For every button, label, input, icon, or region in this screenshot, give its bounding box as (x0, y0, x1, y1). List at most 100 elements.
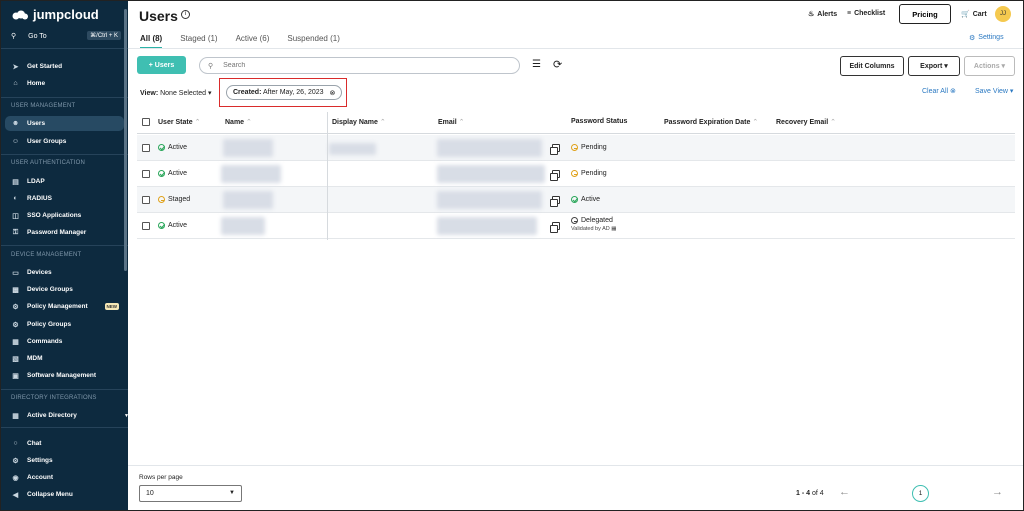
pending-icon (571, 170, 578, 177)
info-icon[interactable]: i (181, 10, 190, 19)
previous-page-arrow-icon[interactable]: ← (839, 486, 850, 498)
settings-label: Settings (978, 34, 1004, 41)
refresh-icon[interactable]: ⟳ (553, 58, 562, 71)
sort-icon: ⌃ (194, 119, 201, 126)
active-directory-icon: ▦ (12, 412, 19, 420)
copy-icon[interactable] (550, 170, 560, 181)
rows-per-page-select[interactable]: 10 ▼ (139, 485, 242, 502)
sidebar-item-commands[interactable]: ▦ Commands (5, 334, 124, 349)
sidebar-item-account[interactable]: ◉ Account (5, 470, 124, 485)
tab-staged[interactable]: Staged (1) (180, 34, 217, 49)
column-recovery-email[interactable]: Recovery Email ⌃ (776, 118, 836, 126)
copy-icon[interactable] (550, 222, 560, 233)
edit-columns-button[interactable]: Edit Columns (840, 56, 904, 76)
sidebar-item-password-manager[interactable]: ⚿ Password Manager (5, 225, 124, 240)
goto-search[interactable]: ⚲ Go To ⌘/Ctrl + K (11, 31, 121, 40)
ldap-icon: ▤ (12, 178, 19, 186)
column-email[interactable]: Email ⌃ (438, 118, 465, 126)
sidebar-item-user-groups[interactable]: ☺ User Groups (5, 134, 124, 149)
filter-icon[interactable]: ☰ (532, 59, 541, 70)
sidebar-item-policy-management[interactable]: ⚙ Policy Management NEW (5, 299, 124, 314)
divider (1, 389, 128, 390)
device-groups-icon: ▩ (12, 286, 19, 294)
clear-all-label: Clear All (922, 88, 949, 95)
sidebar-item-sso-applications[interactable]: ◫ SSO Applications (5, 208, 124, 223)
sidebar-item-label: Collapse Menu (27, 491, 73, 498)
tabs-divider (128, 48, 1023, 49)
row-checkbox[interactable] (142, 196, 150, 204)
search-box[interactable]: ⚲ (199, 57, 520, 74)
pricing-button[interactable]: Pricing (899, 4, 951, 24)
chat-icon: ○ (13, 440, 18, 447)
copy-icon[interactable] (550, 144, 560, 155)
sidebar-item-mdm[interactable]: ▧ MDM (5, 351, 124, 366)
copy-icon[interactable] (550, 196, 560, 207)
table-settings-link[interactable]: ⚙ Settings (969, 34, 1004, 42)
sidebar-item-software-management[interactable]: ▣ Software Management (5, 368, 124, 383)
table-row[interactable]: Staged Active (137, 187, 1015, 213)
column-name[interactable]: Name ⌃ (225, 118, 252, 126)
sidebar-item-settings[interactable]: ⚙ Settings (5, 453, 124, 468)
avatar[interactable]: JJ (995, 6, 1011, 22)
users-icon: ☺ (11, 138, 20, 145)
brand-logo[interactable]: jumpcloud (11, 7, 99, 22)
top-bar: Users i ♨ Alerts ≡ Checklist Pricing 🛒 C… (128, 1, 1023, 31)
row-checkbox[interactable] (142, 144, 150, 152)
table-row[interactable]: Active Delegated Validated by AD ▦ (137, 213, 1015, 239)
user-state: Active (168, 170, 188, 177)
table-row[interactable]: Active Pending (137, 135, 1015, 161)
cart-link[interactable]: 🛒 Cart (961, 10, 987, 19)
alerts-link[interactable]: ♨ Alerts (808, 10, 837, 19)
save-view-link[interactable]: Save View ▾ (975, 87, 1013, 95)
row-checkbox[interactable] (142, 170, 150, 178)
sidebar-item-label: Software Management (27, 372, 96, 379)
sidebar-scrollbar[interactable] (124, 9, 127, 271)
sort-icon: ⌃ (458, 119, 465, 126)
goto-shortcut: ⌘/Ctrl + K (87, 31, 121, 40)
tab-suspended[interactable]: Suspended (1) (287, 34, 339, 49)
table-row[interactable]: Active Pending (137, 161, 1015, 187)
goto-label: Go To (28, 32, 47, 40)
select-all-checkbox[interactable] (142, 118, 150, 126)
sidebar-item-ldap[interactable]: ▤ LDAP (5, 174, 124, 189)
column-password-status[interactable]: Password Status (571, 118, 627, 125)
next-page-arrow-icon[interactable]: → (992, 486, 1003, 498)
row-checkbox[interactable] (142, 222, 150, 230)
export-button[interactable]: Export ▾ (908, 56, 960, 76)
sidebar-item-get-started[interactable]: ➤ Get Started (5, 59, 124, 74)
sidebar-item-collapse-menu[interactable]: ◀ Collapse Menu (5, 487, 124, 502)
redacted-name (223, 139, 273, 157)
sidebar-item-policy-groups[interactable]: ⚙ Policy Groups (5, 317, 124, 332)
sidebar-item-users[interactable]: ☻ Users (5, 116, 124, 131)
sidebar-item-chat[interactable]: ○ Chat (5, 436, 124, 451)
tab-all[interactable]: All (8) (140, 34, 163, 49)
checklist-link[interactable]: ≡ Checklist (847, 10, 885, 17)
sidebar-item-active-directory[interactable]: ▦ Active Directory (5, 408, 124, 423)
add-users-button[interactable]: + Users (137, 56, 186, 74)
terminal-icon: ▦ (12, 338, 19, 346)
section-user-management: USER MANAGEMENT (11, 103, 76, 109)
table-header: User State ⌃ Name ⌃ Display Name ⌃ Email… (137, 112, 1015, 134)
filter-chip-created[interactable]: Created: After May, 26, 2023 ⊗ (226, 85, 343, 100)
sidebar-item-label: Devices (27, 269, 52, 276)
search-input[interactable] (223, 62, 504, 69)
sidebar-item-radius[interactable]: ◐ RADIUS (5, 191, 124, 206)
column-label: User State (158, 119, 193, 126)
clear-all-link[interactable]: Clear All ⊗ (922, 87, 956, 95)
view-selector[interactable]: View: None Selected ▾ (140, 89, 212, 97)
actions-button[interactable]: Actions ▾ (964, 56, 1015, 76)
column-user-state[interactable]: User State ⌃ (158, 118, 200, 126)
software-icon: ▣ (12, 372, 19, 380)
column-password-expiration-date[interactable]: Password Expiration Date ⌃ (664, 118, 758, 126)
column-display-name[interactable]: Display Name ⌃ (332, 118, 386, 126)
pending-icon (158, 196, 165, 203)
pending-icon (571, 144, 578, 151)
sidebar-item-devices[interactable]: ▭ Devices (5, 265, 124, 280)
page-number-button[interactable]: 1 (912, 485, 929, 502)
sidebar-item-label: Policy Management (27, 303, 88, 310)
sidebar-item-device-groups[interactable]: ▩ Device Groups (5, 282, 124, 297)
sidebar-item-home[interactable]: ⌂ Home (5, 76, 124, 91)
tab-active[interactable]: Active (6) (236, 34, 270, 49)
remove-filter-icon[interactable]: ⊗ (330, 89, 336, 97)
sort-icon: ⌃ (830, 119, 836, 126)
